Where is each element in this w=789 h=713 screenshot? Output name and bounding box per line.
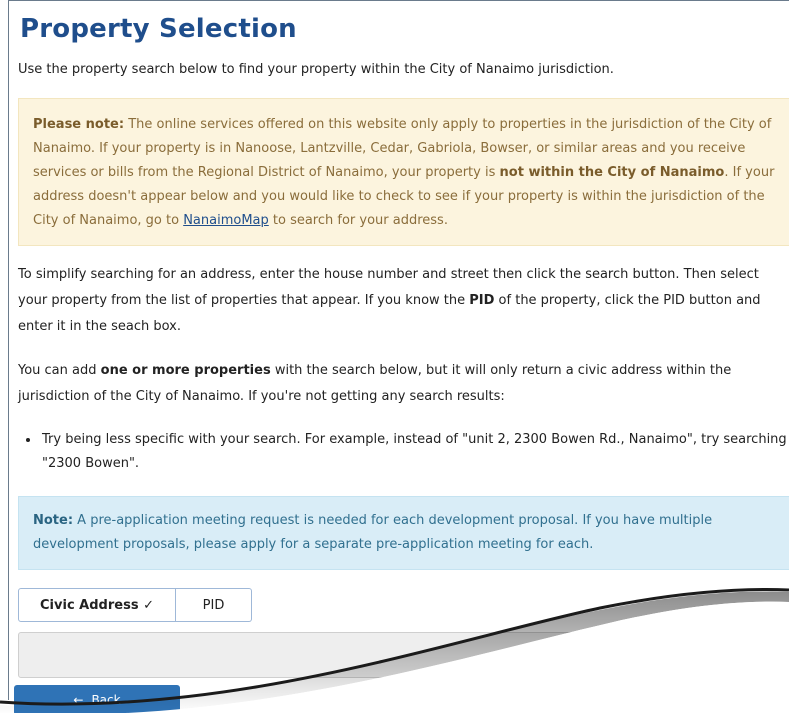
page-frame: Property Selection Use the property sear… [0, 0, 789, 713]
search-mode-toggle: Civic Address ✓ PID [18, 588, 252, 622]
search-instructions: To simplify searching for an address, en… [18, 262, 783, 340]
please-note-label: Please note: [33, 117, 125, 132]
pre-application-note-text: Note: A pre-application meeting request … [33, 509, 779, 557]
search-tips-list: Try being less specific with your search… [18, 428, 788, 476]
please-note-text: Please note: The online services offered… [33, 113, 779, 233]
search-tip-item: Try being less specific with your search… [40, 428, 788, 476]
civic-address-tab[interactable]: Civic Address ✓ [18, 588, 176, 622]
arrow-left-icon: ← [73, 693, 84, 707]
please-note-emphasis: not within the City of Nanaimo [499, 165, 725, 180]
page-title: Property Selection [20, 14, 297, 44]
please-note-alert: Please note: The online services offered… [18, 98, 789, 246]
back-button[interactable]: ← Back [14, 685, 180, 713]
nanaimomap-link[interactable]: NanaimoMap [183, 213, 269, 228]
back-button-label: Back [91, 693, 121, 707]
pid-emphasis: PID [469, 293, 495, 308]
multiple-properties-emphasis: one or more properties [100, 363, 271, 378]
pre-application-note-body: A pre-application meeting request is nee… [33, 513, 713, 552]
frame-border-top [8, 0, 789, 1]
multiple-properties-note: You can add one or more properties with … [18, 358, 783, 410]
frame-border-left [8, 0, 9, 700]
please-note-body-3: to search for your address. [268, 213, 448, 228]
pre-application-note-label: Note: [33, 513, 74, 528]
property-search-input[interactable] [18, 632, 789, 678]
pid-tab[interactable]: PID [176, 588, 252, 622]
multiple-properties-text-1: You can add [18, 363, 101, 378]
intro-text: Use the property search below to find yo… [18, 62, 614, 77]
pre-application-note: Note: A pre-application meeting request … [18, 496, 789, 570]
